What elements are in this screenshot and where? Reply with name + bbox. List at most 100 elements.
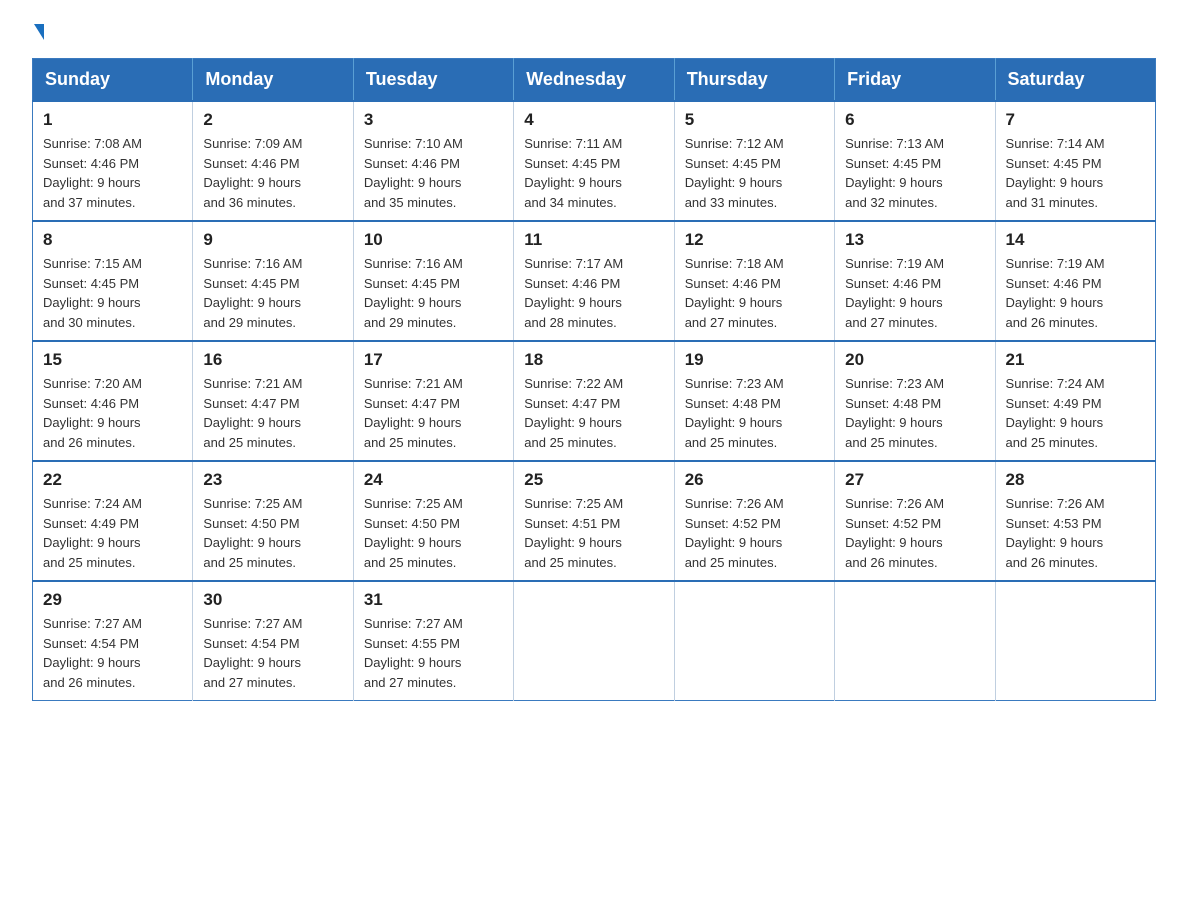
calendar-week-row: 29 Sunrise: 7:27 AMSunset: 4:54 PMDayligh… [33, 581, 1156, 701]
calendar-cell: 16Sunrise: 7:21 AMSunset: 4:47 PMDayligh… [193, 341, 353, 461]
day-info: Sunrise: 7:26 AMSunset: 4:52 PMDaylight:… [685, 494, 824, 572]
calendar-cell: 28 Sunrise: 7:26 AMSunset: 4:53 PMDayligh… [995, 461, 1155, 581]
day-number: 24 [364, 470, 503, 490]
day-number: 18 [524, 350, 663, 370]
day-number: 10 [364, 230, 503, 250]
calendar-cell: 9 Sunrise: 7:16 AMSunset: 4:45 PMDaylight… [193, 221, 353, 341]
day-info: Sunrise: 7:12 AMSunset: 4:45 PMDaylight:… [685, 134, 824, 212]
day-info: Sunrise: 7:25 AMSunset: 4:51 PMDaylight:… [524, 494, 663, 572]
calendar-cell: 2 Sunrise: 7:09 AMSunset: 4:46 PMDaylight… [193, 101, 353, 221]
day-info: Sunrise: 7:21 AMSunset: 4:47 PMDaylight:… [203, 374, 342, 452]
calendar-cell: 29 Sunrise: 7:27 AMSunset: 4:54 PMDayligh… [33, 581, 193, 701]
day-number: 23 [203, 470, 342, 490]
day-info: Sunrise: 7:11 AMSunset: 4:45 PMDaylight:… [524, 134, 663, 212]
day-info: Sunrise: 7:21 AMSunset: 4:47 PMDaylight:… [364, 374, 503, 452]
day-header-wednesday: Wednesday [514, 59, 674, 102]
day-number: 29 [43, 590, 182, 610]
calendar-cell: 20 Sunrise: 7:23 AMSunset: 4:48 PMDayligh… [835, 341, 995, 461]
day-info: Sunrise: 7:23 AMSunset: 4:48 PMDaylight:… [845, 374, 984, 452]
calendar-cell: 14 Sunrise: 7:19 AMSunset: 4:46 PMDayligh… [995, 221, 1155, 341]
calendar-week-row: 15 Sunrise: 7:20 AMSunset: 4:46 PMDayligh… [33, 341, 1156, 461]
day-number: 31 [364, 590, 503, 610]
day-info: Sunrise: 7:19 AMSunset: 4:46 PMDaylight:… [845, 254, 984, 332]
day-number: 13 [845, 230, 984, 250]
logo-triangle-icon [34, 24, 44, 40]
day-info: Sunrise: 7:09 AMSunset: 4:46 PMDaylight:… [203, 134, 342, 212]
day-info: Sunrise: 7:27 AMSunset: 4:54 PMDaylight:… [203, 614, 342, 692]
calendar-cell [674, 581, 834, 701]
calendar-cell: 10 Sunrise: 7:16 AMSunset: 4:45 PMDayligh… [353, 221, 513, 341]
calendar-cell: 6Sunrise: 7:13 AMSunset: 4:45 PMDaylight… [835, 101, 995, 221]
day-number: 2 [203, 110, 342, 130]
day-info: Sunrise: 7:13 AMSunset: 4:45 PMDaylight:… [845, 134, 984, 212]
day-number: 27 [845, 470, 984, 490]
calendar-cell: 15 Sunrise: 7:20 AMSunset: 4:46 PMDayligh… [33, 341, 193, 461]
day-info: Sunrise: 7:26 AMSunset: 4:53 PMDaylight:… [1006, 494, 1145, 572]
day-number: 7 [1006, 110, 1145, 130]
day-info: Sunrise: 7:26 AMSunset: 4:52 PMDaylight:… [845, 494, 984, 572]
day-number: 12 [685, 230, 824, 250]
calendar-cell: 13 Sunrise: 7:19 AMSunset: 4:46 PMDayligh… [835, 221, 995, 341]
calendar-cell: 25 Sunrise: 7:25 AMSunset: 4:51 PMDayligh… [514, 461, 674, 581]
day-info: Sunrise: 7:27 AMSunset: 4:55 PMDaylight:… [364, 614, 503, 692]
day-info: Sunrise: 7:16 AMSunset: 4:45 PMDaylight:… [364, 254, 503, 332]
calendar-cell: 1 Sunrise: 7:08 AMSunset: 4:46 PMDaylight… [33, 101, 193, 221]
calendar-cell: 5 Sunrise: 7:12 AMSunset: 4:45 PMDaylight… [674, 101, 834, 221]
calendar-cell: 26 Sunrise: 7:26 AMSunset: 4:52 PMDayligh… [674, 461, 834, 581]
day-number: 28 [1006, 470, 1145, 490]
day-header-sunday: Sunday [33, 59, 193, 102]
day-number: 1 [43, 110, 182, 130]
calendar-cell: 8 Sunrise: 7:15 AMSunset: 4:45 PMDaylight… [33, 221, 193, 341]
day-header-tuesday: Tuesday [353, 59, 513, 102]
day-info: Sunrise: 7:24 AMSunset: 4:49 PMDaylight:… [43, 494, 182, 572]
calendar-week-row: 22 Sunrise: 7:24 AMSunset: 4:49 PMDayligh… [33, 461, 1156, 581]
day-number: 17 [364, 350, 503, 370]
day-number: 26 [685, 470, 824, 490]
day-number: 15 [43, 350, 182, 370]
logo [32, 24, 44, 40]
calendar-cell [514, 581, 674, 701]
days-header-row: SundayMondayTuesdayWednesdayThursdayFrid… [33, 59, 1156, 102]
day-info: Sunrise: 7:16 AMSunset: 4:45 PMDaylight:… [203, 254, 342, 332]
day-info: Sunrise: 7:25 AMSunset: 4:50 PMDaylight:… [203, 494, 342, 572]
day-header-saturday: Saturday [995, 59, 1155, 102]
day-number: 20 [845, 350, 984, 370]
calendar-cell: 27 Sunrise: 7:26 AMSunset: 4:52 PMDayligh… [835, 461, 995, 581]
calendar-week-row: 1 Sunrise: 7:08 AMSunset: 4:46 PMDaylight… [33, 101, 1156, 221]
day-number: 22 [43, 470, 182, 490]
calendar-cell: 22 Sunrise: 7:24 AMSunset: 4:49 PMDayligh… [33, 461, 193, 581]
day-info: Sunrise: 7:08 AMSunset: 4:46 PMDaylight:… [43, 134, 182, 212]
day-number: 9 [203, 230, 342, 250]
day-number: 5 [685, 110, 824, 130]
day-number: 4 [524, 110, 663, 130]
day-info: Sunrise: 7:27 AMSunset: 4:54 PMDaylight:… [43, 614, 182, 692]
day-number: 19 [685, 350, 824, 370]
calendar-cell: 19 Sunrise: 7:23 AMSunset: 4:48 PMDayligh… [674, 341, 834, 461]
day-info: Sunrise: 7:23 AMSunset: 4:48 PMDaylight:… [685, 374, 824, 452]
day-number: 25 [524, 470, 663, 490]
day-info: Sunrise: 7:17 AMSunset: 4:46 PMDaylight:… [524, 254, 663, 332]
calendar-cell: 17 Sunrise: 7:21 AMSunset: 4:47 PMDayligh… [353, 341, 513, 461]
day-number: 8 [43, 230, 182, 250]
calendar-cell: 12 Sunrise: 7:18 AMSunset: 4:46 PMDayligh… [674, 221, 834, 341]
day-number: 30 [203, 590, 342, 610]
calendar-week-row: 8 Sunrise: 7:15 AMSunset: 4:45 PMDaylight… [33, 221, 1156, 341]
day-info: Sunrise: 7:20 AMSunset: 4:46 PMDaylight:… [43, 374, 182, 452]
calendar-cell [835, 581, 995, 701]
day-info: Sunrise: 7:22 AMSunset: 4:47 PMDaylight:… [524, 374, 663, 452]
calendar-table: SundayMondayTuesdayWednesdayThursdayFrid… [32, 58, 1156, 701]
day-info: Sunrise: 7:18 AMSunset: 4:46 PMDaylight:… [685, 254, 824, 332]
day-info: Sunrise: 7:25 AMSunset: 4:50 PMDaylight:… [364, 494, 503, 572]
day-number: 14 [1006, 230, 1145, 250]
day-info: Sunrise: 7:10 AMSunset: 4:46 PMDaylight:… [364, 134, 503, 212]
day-number: 21 [1006, 350, 1145, 370]
page-header [32, 24, 1156, 40]
day-info: Sunrise: 7:15 AMSunset: 4:45 PMDaylight:… [43, 254, 182, 332]
calendar-cell: 7Sunrise: 7:14 AMSunset: 4:45 PMDaylight… [995, 101, 1155, 221]
day-header-monday: Monday [193, 59, 353, 102]
day-header-friday: Friday [835, 59, 995, 102]
day-number: 3 [364, 110, 503, 130]
calendar-cell: 21Sunrise: 7:24 AMSunset: 4:49 PMDayligh… [995, 341, 1155, 461]
day-info: Sunrise: 7:19 AMSunset: 4:46 PMDaylight:… [1006, 254, 1145, 332]
calendar-cell [995, 581, 1155, 701]
